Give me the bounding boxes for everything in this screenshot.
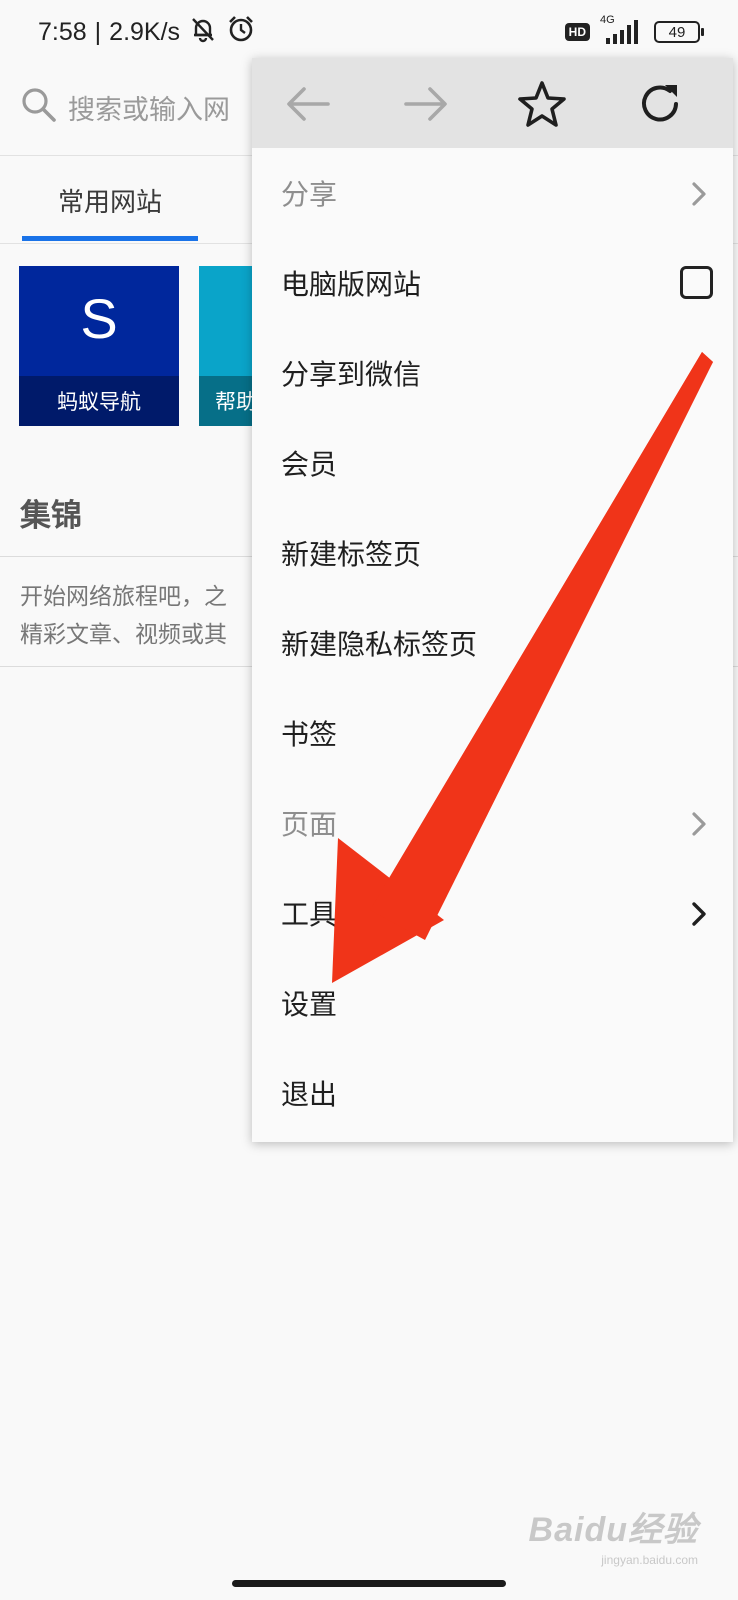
menu-item-exit[interactable]: 退出 xyxy=(252,1048,733,1138)
tab-common-sites[interactable]: 常用网站 xyxy=(22,156,198,244)
collection-title: 集锦 xyxy=(20,498,82,534)
menu-item-settings[interactable]: 设置 xyxy=(252,958,733,1048)
tab-active-indicator xyxy=(22,236,198,241)
status-right: HD 4G 49 xyxy=(564,14,704,48)
menu-item-label: 退出 xyxy=(281,1078,338,1111)
chevron-right-icon xyxy=(691,901,707,934)
refresh-icon xyxy=(642,85,678,122)
menu-item-desktop-site[interactable]: 电脑版网站 xyxy=(252,238,733,328)
battery-indicator: 49 xyxy=(654,21,704,43)
watermark-main: Baidu经验 xyxy=(528,1511,698,1549)
desktop-site-checkbox[interactable] xyxy=(680,266,713,299)
baidu-watermark: Baidu经验 jingyan.baidu.com xyxy=(529,1502,698,1567)
menu-item-share-wechat[interactable]: 分享到微信 xyxy=(252,328,733,418)
search-placeholder[interactable]: 搜索或输入网 xyxy=(68,88,230,127)
menu-item-new-private-tab[interactable]: 新建隐私标签页 xyxy=(252,598,733,688)
star-icon xyxy=(518,81,566,127)
menu-item-label: 工具 xyxy=(281,898,338,931)
menu-item-tools[interactable]: 工具 xyxy=(252,868,733,958)
forward-arrow-icon xyxy=(404,87,447,121)
chevron-right-icon xyxy=(691,811,707,844)
collection-line: 精彩文章、视频或其 xyxy=(20,622,227,648)
overflow-menu: 分享 电脑版网站 分享到微信 会员 新建标签页 新建隐私标签页 书签 页面 工具… xyxy=(252,58,733,1142)
bookmark-star-button[interactable] xyxy=(514,76,570,132)
back-arrow-icon xyxy=(287,87,330,121)
menu-item-share[interactable]: 分享 xyxy=(252,148,733,238)
chevron-right-icon xyxy=(691,181,707,214)
search-icon xyxy=(20,86,58,128)
collection-line: 开始网络旅程吧，之 xyxy=(20,584,227,610)
watermark-sub: jingyan.baidu.com xyxy=(601,1553,698,1567)
menu-item-label: 会员 xyxy=(281,448,338,481)
menu-item-label: 分享到微信 xyxy=(281,358,422,391)
signal-icon: 4G xyxy=(600,14,644,46)
status-time: 7:58 xyxy=(38,17,87,46)
forward-button[interactable] xyxy=(398,76,454,132)
network-speed: 2.9K/s xyxy=(109,17,181,46)
menu-item-new-tab[interactable]: 新建标签页 xyxy=(252,508,733,598)
status-bar: 7:58 | 2.9K/s HD 4G 49 xyxy=(0,0,738,62)
tile-letter: S xyxy=(80,287,118,350)
menu-item-label: 新建隐私标签页 xyxy=(281,628,478,661)
status-separator: | xyxy=(94,17,102,46)
menu-item-label: 新建标签页 xyxy=(281,538,422,571)
hd-badge: HD xyxy=(564,23,590,41)
home-indicator[interactable] xyxy=(232,1580,506,1587)
menu-toolbar xyxy=(252,58,733,148)
collection-description: 开始网络旅程吧，之 精彩文章、视频或其 xyxy=(20,578,260,654)
tile-label: 蚂蚁导航 xyxy=(19,376,179,426)
status-left: 7:58 | 2.9K/s xyxy=(38,14,256,50)
site-tile[interactable]: S 蚂蚁导航 xyxy=(19,266,179,426)
menu-item-label: 分享 xyxy=(281,178,338,211)
refresh-button[interactable] xyxy=(632,76,688,132)
menu-item-label: 设置 xyxy=(281,988,338,1021)
menu-item-label: 页面 xyxy=(281,808,338,841)
menu-item-page[interactable]: 页面 xyxy=(252,778,733,868)
mute-bell-icon xyxy=(188,14,218,51)
menu-item-membership[interactable]: 会员 xyxy=(252,418,733,508)
menu-item-bookmarks[interactable]: 书签 xyxy=(252,688,733,778)
alarm-clock-icon xyxy=(226,14,256,51)
menu-item-label: 电脑版网站 xyxy=(281,268,422,301)
menu-item-label: 书签 xyxy=(281,718,338,751)
back-button[interactable] xyxy=(280,76,336,132)
